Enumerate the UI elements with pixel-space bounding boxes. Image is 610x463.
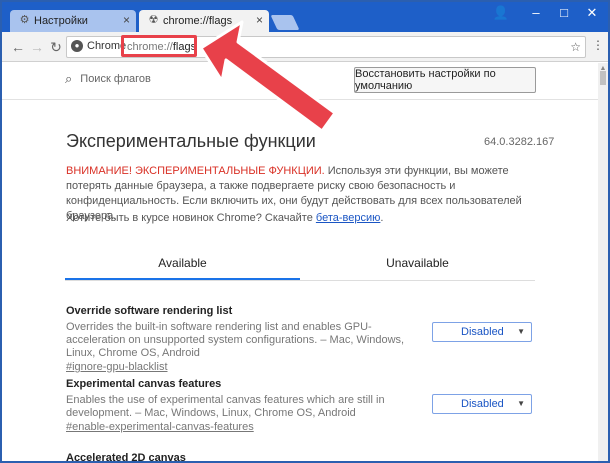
maximize-icon[interactable]: □ [554,5,574,20]
beta-end: . [380,212,384,224]
flag-description: Overrides the built-in software renderin… [66,321,405,359]
close-icon[interactable]: × [256,13,263,27]
chrome-icon: ● [71,40,83,52]
tab-unavailable[interactable]: Unavailable [300,251,535,280]
flag-anchor-link[interactable]: #ignore-gpu-blacklist [66,361,536,373]
radiation-icon: ☢ [148,14,159,26]
scroll-thumb[interactable] [600,71,606,85]
tab-label: Настройки [34,15,88,27]
page-content: ⌕ Поиск флагов Восстановить настройки по… [2,63,598,461]
tab-flags[interactable]: ☢ chrome://flags × [139,10,269,32]
browser-window: ⚙ Настройки × ☢ chrome://flags × 👤 – □ ✕… [0,0,610,463]
close-window-icon[interactable]: ✕ [582,5,602,21]
gear-icon: ⚙ [19,14,30,26]
flag-state-select[interactable]: Disabled ▼ [432,394,532,414]
flag-state-select[interactable]: Disabled ▼ [432,322,532,342]
version-label: 64.0.3282.167 [484,136,555,148]
flag-anchor-link[interactable]: #enable-experimental-canvas-features [66,421,536,433]
page-title: Экспериментальные функции [66,131,316,151]
warning-label: ВНИМАНИЕ! ЭКСПЕРИМЕНТАЛЬНЫЕ ФУНКЦИИ. [66,165,325,177]
divider [2,99,598,100]
search-flags[interactable]: ⌕ Поиск флагов [65,65,285,93]
flag-title: Experimental canvas features [66,378,222,390]
back-icon[interactable]: ← [10,39,26,55]
site-chip[interactable]: ● Chrome [71,40,126,52]
flag-state-value: Disabled [461,398,504,410]
minimize-icon[interactable]: – [526,5,546,20]
chevron-down-icon: ▼ [517,399,525,408]
flag-state-value: Disabled [461,326,504,338]
search-input[interactable]: Поиск флагов [80,73,151,85]
view-tabs: Available Unavailable [65,251,535,281]
chevron-down-icon: ▼ [517,327,525,336]
beta-text: Хотите быть в курсе новинок Chrome? Скач… [66,212,383,224]
flag-item: Accelerated 2D canvas [66,452,536,461]
flag-item: Override software rendering list Overrid… [66,305,536,373]
close-icon[interactable]: × [123,13,130,27]
new-tab-button[interactable] [270,15,300,30]
flag-item: Experimental canvas features Enables the… [66,378,536,433]
reload-icon[interactable]: ↻ [48,39,64,56]
beta-link[interactable]: бета-версию [316,212,380,224]
tab-strip: ⚙ Настройки × ☢ chrome://flags × 👤 – □ ✕ [2,2,608,32]
bookmark-star-icon[interactable]: ☆ [570,40,581,54]
toolbar: ← → ↻ ● Chrome chrome://flags ☆ ⋮ [2,32,608,62]
scrollbar[interactable]: ▲ [598,63,608,461]
menu-icon[interactable]: ⋮ [592,38,604,52]
flag-title: Override software rendering list [66,305,233,317]
url-highlight-box [121,35,197,57]
tab-settings[interactable]: ⚙ Настройки × [10,10,136,32]
forward-icon[interactable]: → [29,39,45,55]
flag-title: Accelerated 2D canvas [66,452,186,461]
user-icon[interactable]: 👤 [492,5,510,23]
search-icon: ⌕ [65,71,73,86]
tab-label: chrome://flags [163,15,233,27]
reset-all-button[interactable]: Восстановить настройки по умолчанию [354,67,536,93]
beta-prompt: Хотите быть в курсе новинок Chrome? Скач… [66,212,316,224]
flag-description: Enables the use of experimental canvas f… [66,394,385,419]
tab-available[interactable]: Available [65,251,300,280]
